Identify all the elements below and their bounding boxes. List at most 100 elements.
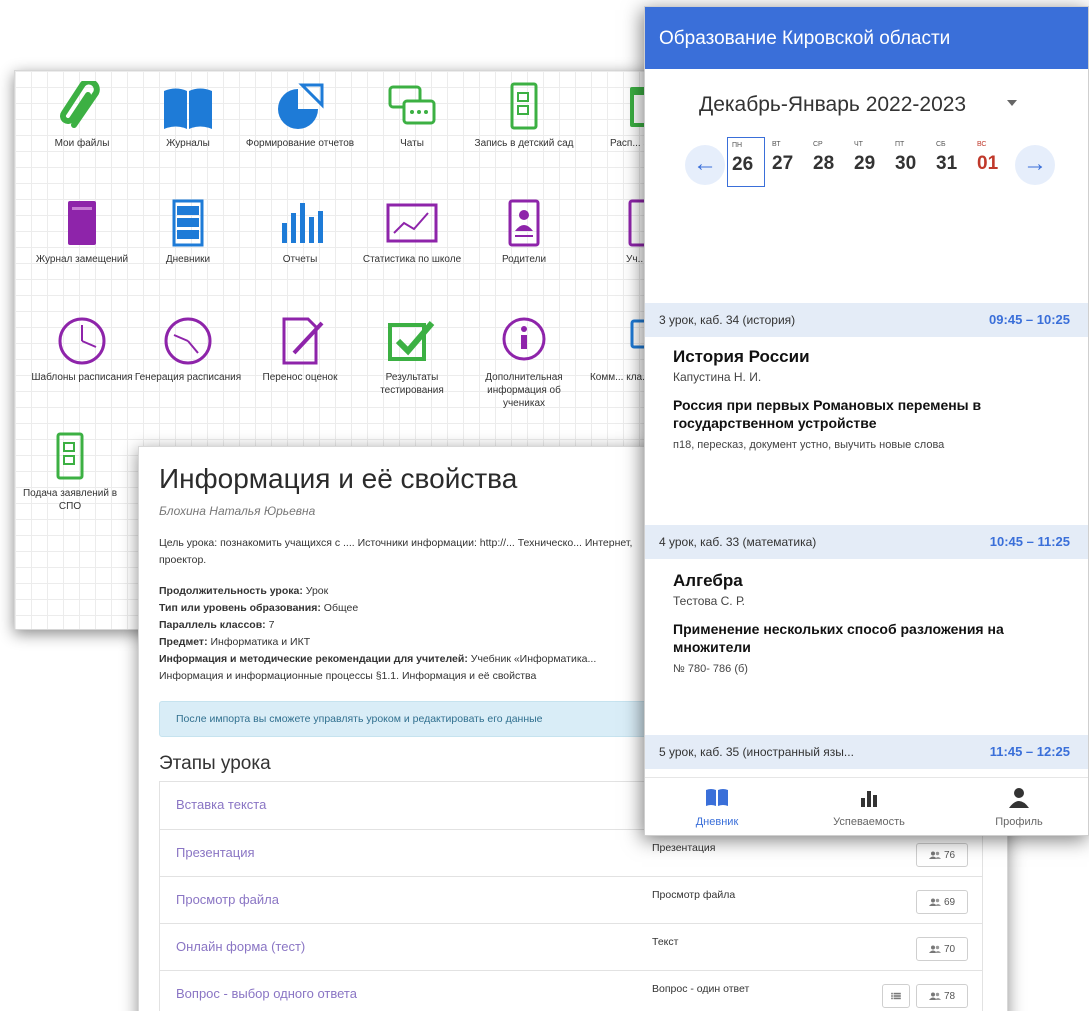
lesson-prop: Информация и методические рекомендации д…	[159, 653, 597, 682]
stage-participants-button[interactable]: 76	[916, 843, 968, 867]
tile-grades-transfer[interactable]: Перенос оценок	[245, 315, 355, 384]
lesson-header: 5 урок, каб. 35 (иностранный язы... 11:4…	[645, 735, 1088, 769]
tile-reports[interactable]: Отчеты	[245, 197, 355, 266]
tile-label: Перенос оценок	[262, 372, 338, 383]
stage-type: Просмотр файла	[652, 889, 736, 901]
tile-label: Чаты	[400, 138, 424, 149]
stage-link[interactable]: Онлайн форма (тест)	[176, 939, 305, 954]
nav-performance[interactable]: Успеваемость	[809, 786, 929, 830]
line-chart-icon	[386, 203, 438, 243]
lesson-prop: Параллель классов: 7	[159, 619, 275, 631]
day-cell[interactable]: ВС 01	[973, 137, 1011, 187]
paperclip-icon	[60, 81, 100, 128]
lesson-header: 3 урок, каб. 34 (история) 09:45 – 10:25	[645, 303, 1088, 337]
tile-label: Дополнительная информация об учениках	[485, 372, 563, 409]
checkbox-icon	[388, 321, 435, 361]
lesson-card[interactable]: История России Капустина Н. И. Россия пр…	[673, 347, 1073, 453]
info-icon	[502, 317, 546, 361]
stage-link[interactable]: Вставка текста	[176, 797, 266, 812]
stage-participants-button[interactable]: 70	[916, 937, 968, 961]
edit-document-icon	[282, 317, 324, 365]
tile-test-results[interactable]: Результаты тестирования	[357, 315, 467, 397]
mobile-diary-app: Образование Кировской области Декабрь-Ян…	[644, 6, 1089, 836]
nav-diary[interactable]: Дневник	[657, 786, 777, 830]
tile-parents[interactable]: Родители	[469, 197, 579, 266]
day-cell[interactable]: ЧТ 29	[850, 137, 888, 187]
tile-label: Дневники	[165, 254, 211, 265]
lesson-slot: 5 урок, каб. 35 (иностранный язы...	[659, 745, 854, 759]
tile-label: Статистика по школе	[362, 254, 462, 265]
tile-label: Запись в детский сад	[474, 138, 574, 149]
tile-journals[interactable]: Журналы	[133, 81, 243, 150]
week-strip: ПН 26 ВТ 27 СР 28 ЧТ 29 ПТ 30 СБ 31 ВС 01	[727, 137, 1015, 189]
pie-chart-icon	[278, 83, 324, 129]
stage-type: Текст	[652, 936, 679, 948]
stage-type: Презентация	[652, 842, 716, 854]
day-cell[interactable]: СБ 31	[932, 137, 970, 187]
stage-row: Вопрос - выбор одного ответа Вопрос - од…	[160, 970, 982, 1011]
form-document-icon	[510, 82, 538, 130]
stage-participants-button[interactable]: 78	[916, 984, 968, 1008]
stage-type: Вопрос - один ответ	[652, 983, 750, 995]
lesson-slot: 3 урок, каб. 34 (история)	[659, 313, 796, 327]
day-cell[interactable]: СР 28	[809, 137, 847, 187]
tile-label: Шаблоны расписания	[31, 372, 133, 383]
tile-extra-student-info[interactable]: Дополнительная информация об учениках	[469, 315, 579, 410]
lesson-teacher: Капустина Н. И.	[673, 370, 762, 384]
day-cell[interactable]: ПН 26	[727, 137, 765, 187]
lesson-properties: Продолжительность урока: Урок Тип или ур…	[159, 583, 659, 685]
lesson-author: Блохина Наталья Юрьевна	[159, 504, 316, 518]
users-icon	[928, 851, 941, 859]
day-cell[interactable]: ПТ 30	[891, 137, 929, 187]
lesson-slot: 4 урок, каб. 33 (математика)	[659, 535, 817, 549]
tile-label: Журналы	[166, 138, 210, 149]
diary-icon	[706, 789, 728, 806]
tile-kindergarten-enroll[interactable]: Запись в детский сад	[469, 81, 579, 150]
tile-label: Подача заявлений в СПО	[22, 488, 118, 512]
collage: Мои файлы Журналы Формирование отчетов Ч…	[0, 0, 1089, 1011]
nav-profile[interactable]: Профиль	[959, 786, 1079, 830]
tile-schedule-generation[interactable]: Генерация расписания	[133, 315, 243, 384]
next-week-button[interactable]: →	[1015, 145, 1055, 185]
stage-row: Презентация Презентация 76	[160, 829, 982, 876]
book-icon	[164, 88, 212, 129]
users-icon	[928, 945, 941, 953]
lesson-subject: История России	[673, 347, 810, 366]
tile-my-files[interactable]: Мои файлы	[27, 81, 137, 150]
tile-label: Результаты тестирования	[380, 372, 444, 396]
stage-link[interactable]: Презентация	[176, 845, 255, 860]
lesson-teacher: Тестова С. Р.	[673, 594, 746, 608]
stage-link[interactable]: Вопрос - выбор одного ответа	[176, 986, 357, 1001]
chevron-down-icon[interactable]	[1007, 100, 1017, 106]
list-icon	[891, 992, 901, 1000]
tile-schedule-templates[interactable]: Шаблоны расписания	[27, 315, 137, 384]
lesson-topic: Применение нескольких способ разложения …	[673, 621, 1004, 655]
tile-reports-builder[interactable]: Формирование отчетов	[245, 81, 355, 150]
import-info-alert: После импорта вы сможете управлять уроко…	[159, 701, 679, 737]
tile-chats[interactable]: Чаты	[357, 81, 467, 150]
day-cell[interactable]: ВТ 27	[768, 137, 806, 187]
person-card-icon	[508, 199, 540, 247]
period-select[interactable]: Декабрь-Январь 2022-2023	[699, 93, 966, 117]
app-bar: Образование Кировской области	[645, 7, 1088, 69]
bottom-navigation: Дневник Успеваемость Профиль	[645, 777, 1088, 835]
tile-school-statistics[interactable]: Статистика по школе	[357, 197, 467, 266]
lesson-prop: Предмет: Информатика и ИКТ	[159, 636, 311, 648]
clock-icon	[164, 317, 212, 365]
tile-label: Генерация расписания	[134, 372, 242, 383]
lesson-card[interactable]: Алгебра Тестова С. Р. Применение несколь…	[673, 571, 1073, 677]
tile-label: Формирование отчетов	[245, 138, 355, 149]
lesson-time: 09:45 – 10:25	[989, 312, 1070, 327]
stage-answers-button[interactable]	[882, 984, 910, 1008]
tile-diaries[interactable]: Дневники	[133, 197, 243, 266]
tile-substitutions-journal[interactable]: Журнал замещений	[27, 197, 137, 266]
prev-week-button[interactable]: ←	[685, 145, 725, 185]
stage-link[interactable]: Просмотр файла	[176, 892, 279, 907]
lesson-time: 11:45 – 12:25	[989, 744, 1070, 759]
clock-icon	[58, 317, 106, 365]
lesson-prop: Продолжительность урока: Урок	[159, 585, 329, 597]
stage-participants-button[interactable]: 69	[916, 890, 968, 914]
journal-icon	[68, 201, 96, 245]
tile-spo-applications[interactable]: Подача заявлений в СПО	[15, 431, 125, 513]
lesson-homework: № 780- 786 (б)	[673, 663, 748, 675]
